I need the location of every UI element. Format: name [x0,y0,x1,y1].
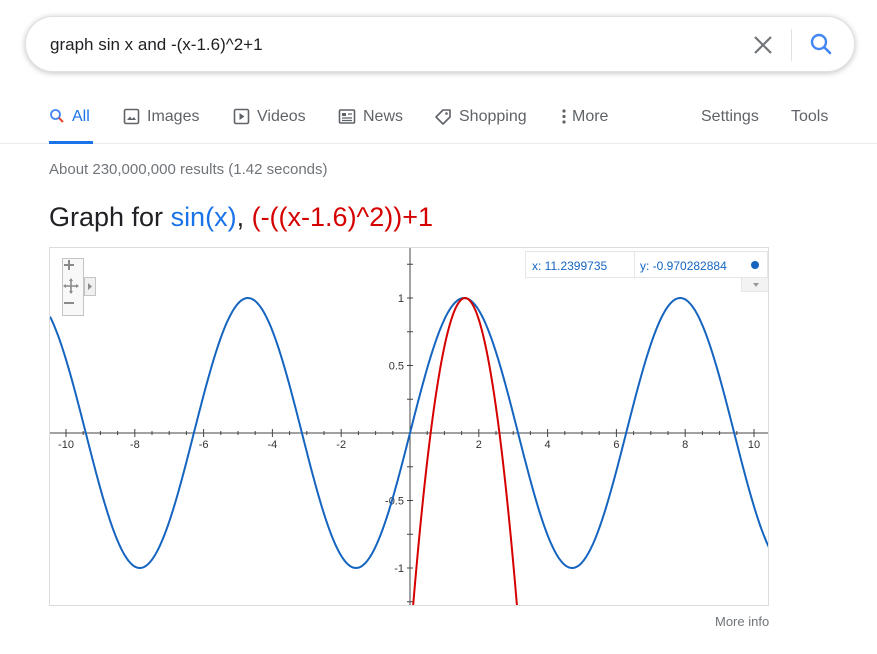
graph-canvas[interactable]: -10 -8 -6 -4 -2 2 4 6 8 10 -1 -0.5 0.5 1 [50,248,769,606]
tab-label: All [72,108,90,125]
tab-label: More [572,108,609,125]
search-icon [49,108,65,129]
tab-label: Shopping [459,108,527,125]
pan-icon[interactable] [63,278,83,297]
tab-shopping[interactable]: Shopping [434,106,527,144]
y-tick-label: -1 [394,563,404,575]
search-tabs: All Images Videos News Shopping More Set… [0,100,877,144]
news-icon [338,108,356,130]
graph-title-prefix: Graph for [49,202,171,232]
x-tick-label: 6 [613,439,619,451]
graph-title: Graph for sin(x), (-((x-1.6)^2))+1 [49,202,433,233]
result-stats: About 230,000,000 results (1.42 seconds) [49,161,328,178]
x-tick-label: -2 [336,439,346,451]
x-tick-label: -4 [268,439,278,451]
y-tick-label: -0.5 [385,496,404,508]
more-info-link[interactable]: More info [715,614,769,629]
x-tick-label: -10 [58,439,74,451]
search-box[interactable]: graph sin x and -(x-1.6)^2+1 [25,16,855,72]
tab-label: News [363,108,404,125]
search-divider [791,29,792,61]
x-tick-label: 8 [682,439,688,451]
tab-all[interactable]: All [49,106,93,144]
tools-link[interactable]: Tools [791,106,828,144]
x-tick-label: 10 [748,439,760,451]
coord-y: y: -0.970282884 [640,259,727,273]
zoom-in-icon[interactable] [63,259,83,278]
zoom-controls [62,258,84,316]
search-icon[interactable] [809,32,833,56]
x-tick-label: 4 [545,439,551,451]
tab-label: Videos [257,108,306,125]
chevron-right-icon[interactable] [84,277,96,296]
tab-more[interactable]: More [561,106,608,144]
play-icon [233,108,250,130]
x-tick-label: -8 [130,439,140,451]
x-tick-label: 2 [476,439,482,451]
y-tick-label: 1 [398,293,404,305]
graph-plot[interactable]: -10 -8 -6 -4 -2 2 4 6 8 10 -1 -0.5 0.5 1 x: 11.239973… [49,247,769,606]
graph-function-1: sin(x) [170,202,237,232]
graph-title-separator: , [236,202,252,232]
close-icon[interactable] [752,34,774,56]
settings-link[interactable]: Settings [701,106,759,144]
series-line-2 [412,296,518,605]
y-tick-label: 0.5 [389,361,404,373]
image-icon [123,108,140,130]
graph-function-2: (-((x-1.6)^2))+1 [251,202,434,232]
tab-videos[interactable]: Videos [233,106,306,144]
coord-divider [634,252,635,277]
tag-icon [434,108,452,131]
chevron-down-icon[interactable] [741,278,768,292]
x-tick-label: -6 [199,439,209,451]
tab-images[interactable]: Images [123,106,199,144]
tab-label: Images [147,108,200,125]
search-input[interactable]: graph sin x and -(x-1.6)^2+1 [50,35,263,55]
zoom-out-icon[interactable] [63,297,83,316]
series-color-dot[interactable] [751,261,759,269]
tab-news[interactable]: News [338,106,403,144]
coordinate-readout: x: 11.2399735 y: -0.970282884 [525,251,768,278]
more-vert-icon [561,108,567,130]
coord-x: x: 11.2399735 [532,259,608,273]
